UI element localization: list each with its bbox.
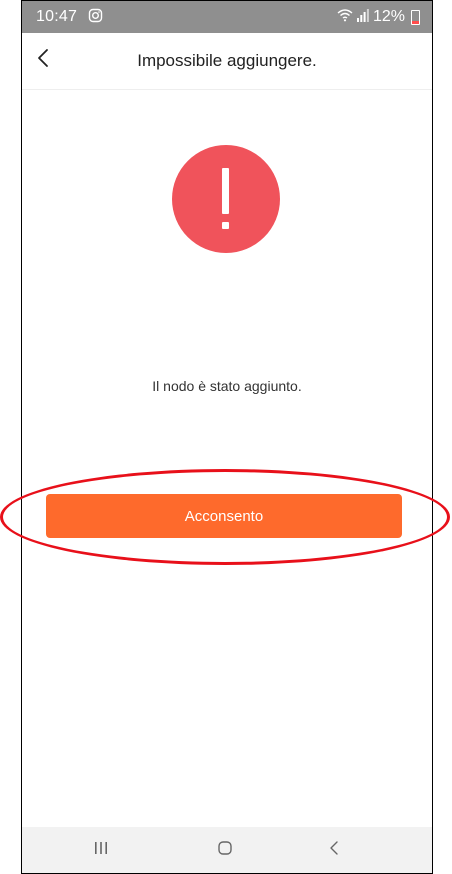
navigation-bar bbox=[22, 827, 432, 873]
signal-icon bbox=[356, 8, 369, 26]
alert-badge bbox=[172, 145, 280, 253]
page-title: Impossibile aggiungere. bbox=[137, 51, 317, 70]
status-bar: 10:47 12% bbox=[22, 1, 432, 33]
back-icon bbox=[329, 840, 339, 861]
home-icon bbox=[217, 840, 233, 861]
system-back-button[interactable] bbox=[319, 837, 349, 863]
recents-icon bbox=[94, 840, 108, 861]
home-button[interactable] bbox=[210, 837, 240, 863]
phone-screen: 10:47 12% Impossibile aggiungere. Il nod… bbox=[21, 0, 433, 874]
battery-icon bbox=[411, 9, 420, 25]
exclamation-icon bbox=[222, 168, 229, 229]
status-indicators: 12% bbox=[337, 8, 420, 26]
consent-button[interactable]: Acconsento bbox=[46, 494, 402, 538]
status-message: Il nodo è stato aggiunto. bbox=[152, 378, 302, 394]
header: Impossibile aggiungere. bbox=[22, 33, 432, 90]
instagram-icon bbox=[88, 8, 103, 26]
battery-percent: 12% bbox=[372, 8, 405, 25]
status-time: 10:47 bbox=[36, 8, 78, 25]
recents-button[interactable] bbox=[86, 837, 116, 863]
wifi-icon bbox=[337, 8, 353, 26]
